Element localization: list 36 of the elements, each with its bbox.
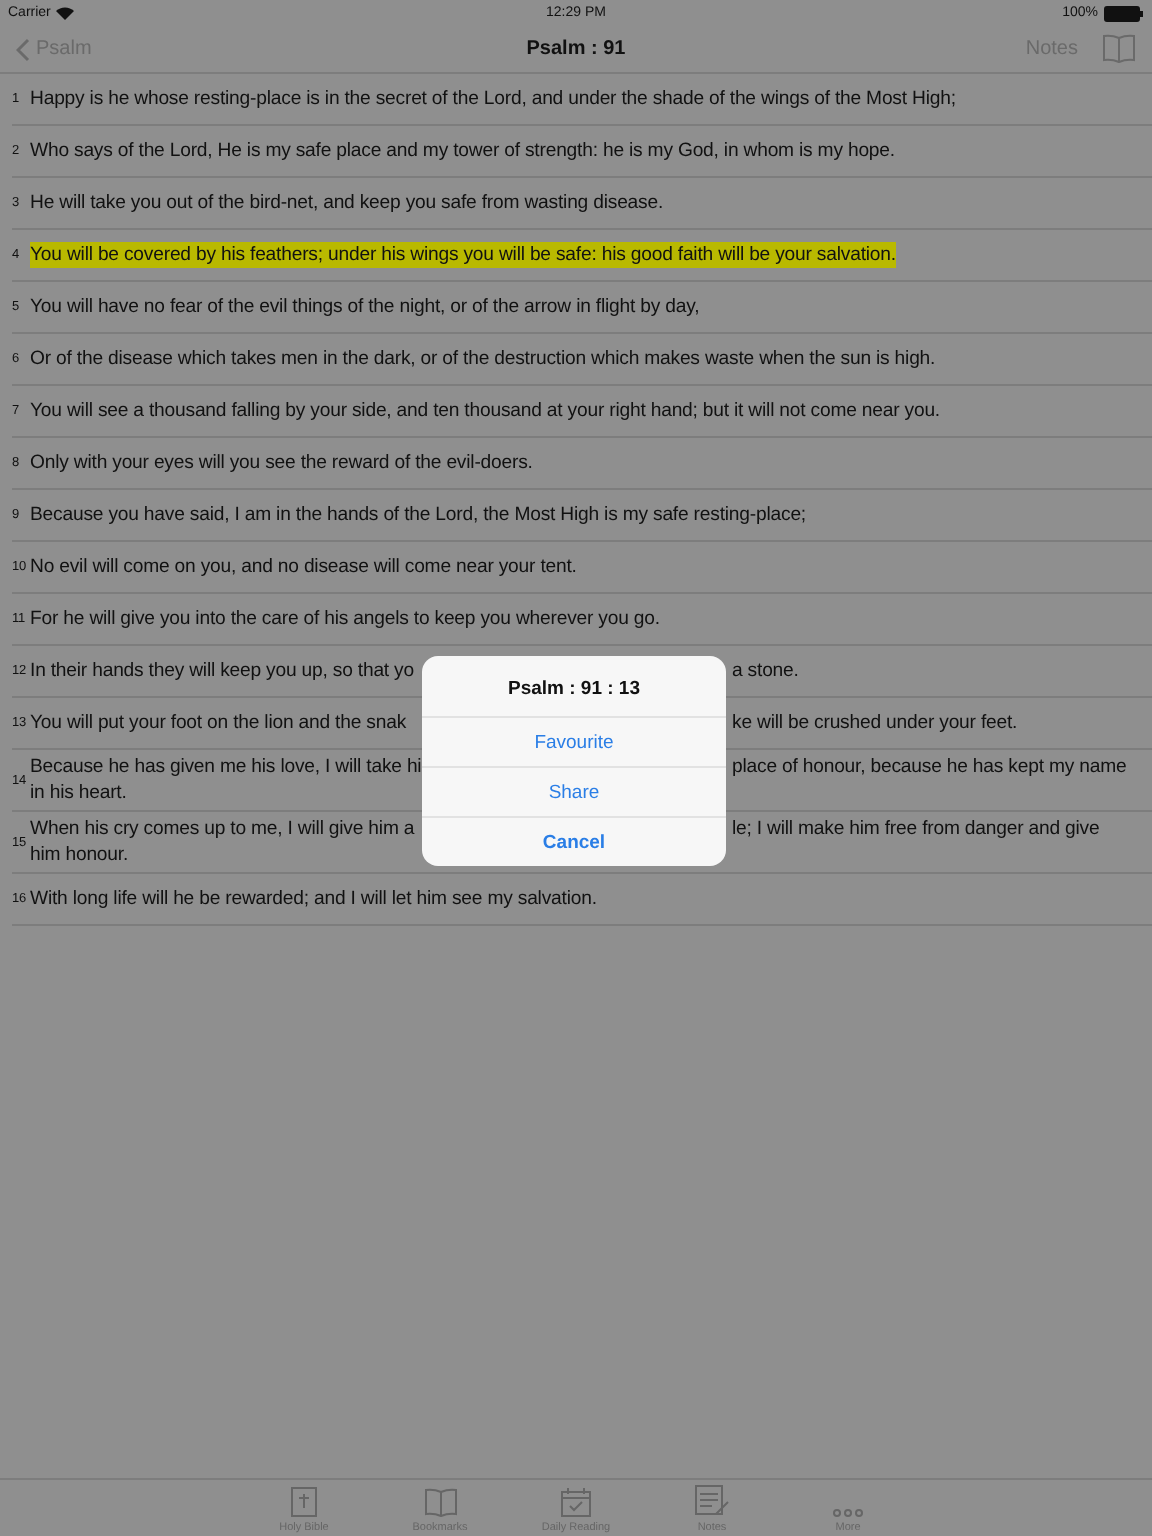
verse-text[interactable]: For he will give you into the care of his angels to keep you wherever you go. [30, 606, 660, 632]
verse-text[interactable]: No evil will come on you, and no disease will come near your tent. [30, 554, 577, 580]
verse-text[interactable]: le; I will make him free from danger and give [732, 816, 1100, 842]
verse-text[interactable]: In their hands they will keep you up, so that yo [30, 658, 422, 684]
verse-text[interactable]: Because he has given me his love, I will take hi [30, 754, 422, 780]
battery-icon [1104, 5, 1144, 21]
wifi-icon [56, 6, 75, 20]
verse-text[interactable]: place of honour, because he has kept my name [732, 754, 1127, 780]
book-icon[interactable] [1102, 34, 1136, 64]
verse-text[interactable]: You will put your foot on the lion and the snak [30, 710, 422, 736]
verse-text[interactable]: You will be covered by his feathers; under his wings you will be safe: his good faith will be your salvation. [30, 242, 896, 268]
bible-icon [290, 1486, 318, 1518]
verse-text[interactable]: him honour. [30, 842, 422, 868]
dialog-action[interactable]: Favourite [422, 716, 726, 766]
notepad-icon [694, 1484, 730, 1518]
verse-text[interactable]: a stone. [732, 658, 799, 684]
verse-text[interactable]: With long life will he be rewarded; and I will let him see my salvation. [30, 886, 597, 912]
verse-text[interactable]: in his heart. [30, 780, 422, 806]
verse-text[interactable]: Who says of the Lord, He is my safe place and my tower of strength: he is my God, in whom is my hope. [30, 138, 895, 164]
dialog-action[interactable]: Share [422, 766, 726, 816]
verse-text[interactable]: You will have no fear of the evil things of the night, or of the arrow in flight by day, [30, 294, 700, 320]
chevron-left-icon [16, 37, 30, 61]
verse-text[interactable]: When his cry comes up to me, I will give him a [30, 816, 422, 842]
verse-text[interactable]: Or of the disease which takes men in the dark, or of the destruction which makes waste when the sun is high. [30, 346, 936, 372]
calendar-icon [560, 1486, 592, 1518]
verse-text[interactable]: Only with your eyes will you see the reward of the evil-doers. [30, 450, 533, 476]
verse-text[interactable]: Happy is he whose resting-place is in the secret of the Lord, and under the shade of the wings of the Most High; [30, 86, 956, 112]
verse-text[interactable]: Because you have said, I am in the hands of the Lord, the Most High is my safe resting-place; [30, 502, 806, 528]
book-icon [423, 1488, 457, 1518]
verse-text[interactable]: He will take you out of the bird-net, and keep you safe from wasting disease. [30, 190, 664, 216]
verse-text[interactable]: ke will be crushed under your feet. [732, 710, 1018, 736]
dialog-action[interactable]: Cancel [422, 816, 726, 866]
more-icon [832, 1508, 864, 1518]
verse-text[interactable]: You will see a thousand falling by your side, and ten thousand at your right hand; but it will not come near you. [30, 398, 940, 424]
dialog-title: Psalm : 91 : 13 [505, 676, 642, 704]
page-title: Psalm : 91 [526, 38, 626, 60]
